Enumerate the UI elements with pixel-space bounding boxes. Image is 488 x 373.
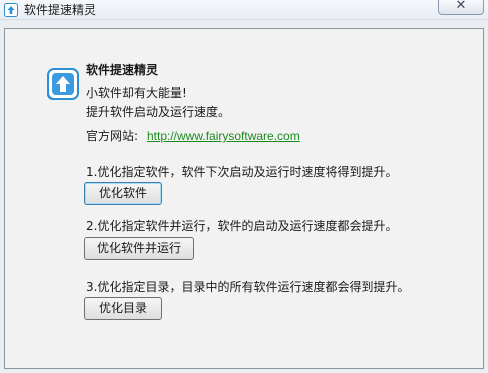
content-panel: 软件提速精灵 小软件却有大能量! 提升软件启动及运行速度。 官方网站: http… bbox=[4, 28, 484, 369]
optimize-and-run-button[interactable]: 优化软件并运行 bbox=[84, 237, 194, 260]
app-logo-icon bbox=[47, 68, 79, 100]
app-title-icon bbox=[4, 3, 18, 17]
close-icon: ✕ bbox=[455, 0, 467, 13]
optimize-software-button[interactable]: 优化软件 bbox=[84, 182, 162, 205]
optimize-directory-button[interactable]: 优化目录 bbox=[84, 297, 162, 320]
website-label: 官方网站: bbox=[86, 129, 139, 143]
step-2-description: 2.优化指定软件并运行，软件的启动及运行速度都会提升。 bbox=[86, 219, 398, 233]
window-title: 软件提速精灵 bbox=[24, 3, 97, 17]
website-link[interactable]: http://www.fairysoftware.com bbox=[147, 128, 300, 144]
slogan-line-2: 提升软件启动及运行速度。 bbox=[86, 105, 231, 119]
app-name: 软件提速精灵 bbox=[86, 63, 159, 77]
step-3-description: 3.优化指定目录，目录中的所有软件运行速度都会得到提升。 bbox=[86, 280, 410, 294]
title-bar[interactable]: 软件提速精灵 ✕ bbox=[0, 0, 488, 20]
slogan-line-1: 小软件却有大能量! bbox=[86, 86, 187, 100]
close-button[interactable]: ✕ bbox=[438, 0, 484, 15]
step-1-description: 1.优化指定软件，软件下次启动及运行时速度将得到提升。 bbox=[86, 165, 398, 179]
window-frame: 软件提速精灵 小软件却有大能量! 提升软件启动及运行速度。 官方网站: http… bbox=[0, 20, 488, 373]
